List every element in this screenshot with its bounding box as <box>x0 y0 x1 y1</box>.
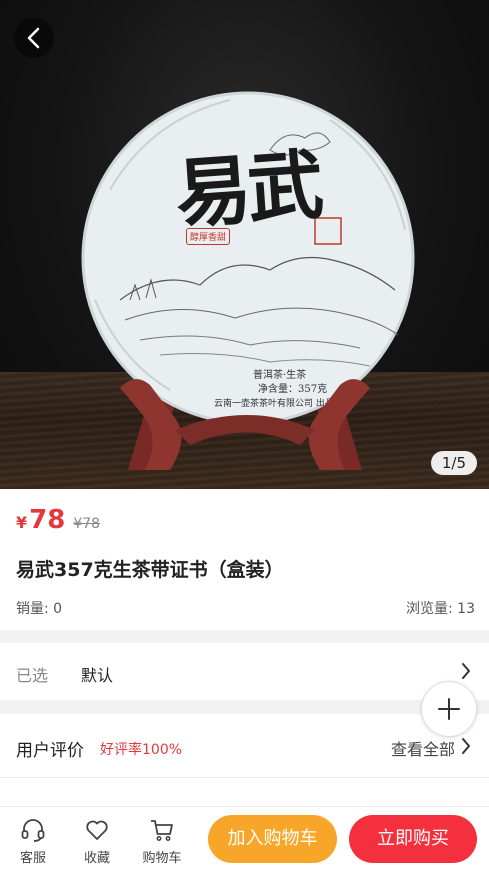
positive-rate: 好评率100% <box>100 742 183 758</box>
product-info: ¥ 78 ¥78 易武357克生茶带证书（盒装） 销量: 0 浏览量: 13 <box>0 489 489 630</box>
product-title: 易武357克生茶带证书（盒装） <box>16 559 284 581</box>
current-price: 78 <box>29 505 66 535</box>
currency-symbol: ¥ <box>16 513 28 532</box>
bottom-action-bar: 客服 收藏 购物车 加入购物车 立即购买 <box>0 806 489 871</box>
cart-label: 购物车 <box>142 851 182 866</box>
divider <box>0 777 489 778</box>
spec-label: 已选 <box>16 666 49 685</box>
tea-stand <box>120 379 370 470</box>
favorite-label: 收藏 <box>83 851 110 866</box>
chevron-right-icon <box>462 738 470 754</box>
spec-selector[interactable]: 已选 默认 <box>0 643 489 700</box>
favorite-tab[interactable]: 收藏 <box>72 817 122 866</box>
sales-count: 销量: 0 <box>16 601 63 617</box>
cart-icon <box>151 820 173 841</box>
chevron-right-icon <box>462 663 470 679</box>
price-row: ¥ 78 ¥78 <box>16 505 100 535</box>
original-price: ¥78 <box>73 516 101 532</box>
heart-icon <box>86 820 108 840</box>
back-button[interactable] <box>14 18 54 58</box>
customer-service-tab[interactable]: 客服 <box>8 817 58 866</box>
customer-service-label: 客服 <box>19 851 46 866</box>
spec-value: 默认 <box>81 666 114 685</box>
view-all-reviews-link[interactable]: 查看全部 <box>391 736 455 760</box>
product-page: 易武 醇厚香甜 普洱茶·生茶 净含量：357克 云南一壶茶茶叶有限公司 出品 1… <box>0 0 489 871</box>
headset-icon <box>21 819 45 842</box>
cart-tab[interactable]: 购物车 <box>137 817 187 866</box>
reviews-title: 用户评价 <box>16 741 84 761</box>
buy-now-button[interactable]: 立即购买 <box>349 815 477 863</box>
plus-icon <box>438 698 460 720</box>
image-counter-badge: 1/5 <box>430 451 477 475</box>
floating-plus-button[interactable] <box>421 681 477 737</box>
add-to-cart-button[interactable]: 加入购物车 <box>208 815 337 863</box>
product-image-carousel[interactable]: 易武 醇厚香甜 普洱茶·生茶 净含量：357克 云南一壶茶茶叶有限公司 出品 1… <box>0 0 489 489</box>
view-count: 浏览量: 13 <box>406 601 475 617</box>
back-icon <box>27 27 40 49</box>
